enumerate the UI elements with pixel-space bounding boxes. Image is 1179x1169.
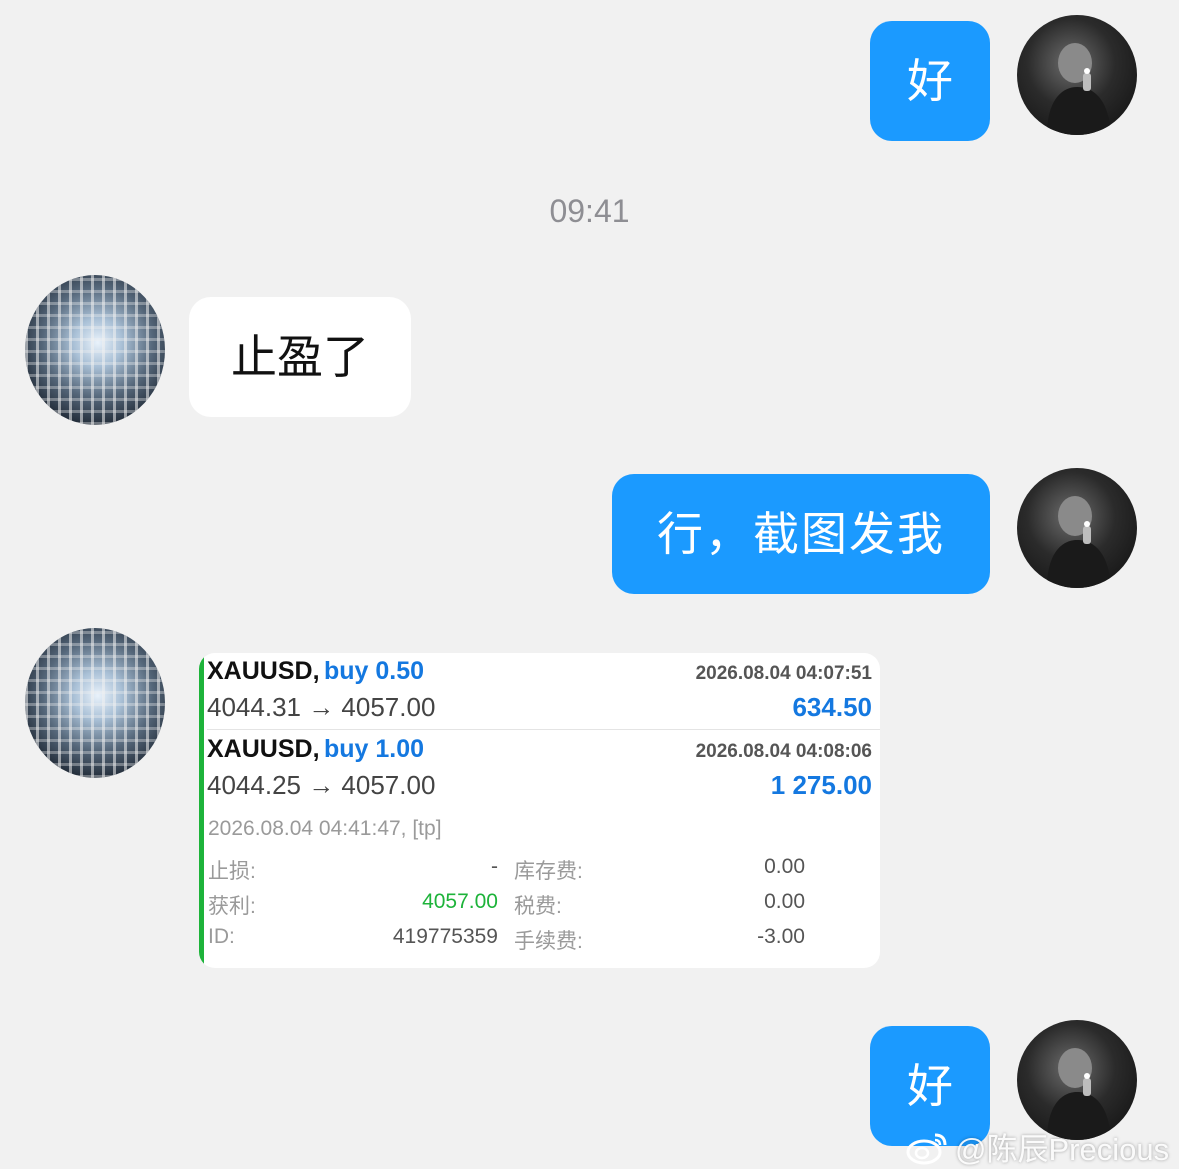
swap-value: 0.00 (764, 855, 805, 878)
contact-avatar[interactable] (25, 628, 165, 778)
deal-symbol: XAUUSD, (207, 657, 320, 685)
portrait-icon (1047, 43, 1111, 135)
tax-label: 税费: (514, 895, 562, 918)
message-text: 行，截图发我 (657, 507, 945, 561)
swap-label: 库存费: (514, 860, 583, 883)
take-profit-row: 获利: 4057.00 (208, 890, 498, 918)
deal-profit: 1 275.00 (770, 770, 872, 800)
deal-side: buy 1.00 (323, 735, 425, 763)
my-avatar[interactable] (1017, 1020, 1137, 1140)
stop-loss-value: - (491, 855, 498, 878)
incoming-message-bubble[interactable]: 止盈了 (189, 297, 411, 417)
tax-value: 0.00 (764, 890, 805, 913)
order-details: 止损: - 库存费: 0.00 获利: 4057.00 税费: 0.00 ID:… (208, 855, 873, 953)
tax-row: 税费: 0.00 (514, 890, 805, 918)
deal-datetime: 2026.08.04 04:08:06 (695, 741, 872, 762)
take-profit-value: 4057.00 (422, 890, 498, 913)
close-time: 2026.08.04 04:41:47, [tp] (208, 817, 442, 840)
deal-datetime: 2026.08.04 04:07:51 (695, 663, 872, 684)
deal-side: buy 0.50 (323, 657, 425, 685)
id-label: ID: (208, 925, 235, 948)
id-value: 419775359 (392, 925, 498, 948)
message-text: 好 (907, 1059, 953, 1113)
outgoing-message-bubble[interactable]: 好 (870, 21, 990, 141)
portrait-icon (1047, 496, 1111, 588)
deal-1: XAUUSD, buy 0.50 2026.08.04 04:07:51 404… (207, 657, 872, 723)
swap-row: 库存费: 0.00 (514, 855, 805, 883)
my-avatar[interactable] (1017, 15, 1137, 135)
divider (207, 729, 880, 730)
message-text: 止盈了 (231, 330, 369, 384)
timestamp: 09:41 (549, 193, 630, 229)
deal-prices: 4044.25 → 4057.00 (207, 770, 436, 800)
weibo-icon (906, 1133, 947, 1164)
portrait-icon (1047, 1048, 1111, 1140)
deal-prices: 4044.31 → 4057.00 (207, 692, 436, 722)
chat-screen: 好 09:41 止盈了 行，截图发我 XAUUSD, buy 0.50 2026… (0, 0, 1179, 1169)
deal-profit: 634.50 (792, 692, 872, 722)
deal-2: XAUUSD, buy 1.00 2026.08.04 04:08:06 404… (207, 735, 872, 801)
id-row: ID: 419775359 (208, 925, 498, 950)
fee-label: 手续费: (514, 930, 583, 953)
message-text: 好 (907, 54, 953, 108)
fee-row: 手续费: -3.00 (514, 925, 805, 953)
outgoing-message-bubble[interactable]: 行，截图发我 (612, 474, 990, 594)
deal-symbol: XAUUSD, (207, 735, 320, 763)
trade-screenshot-image[interactable]: XAUUSD, buy 0.50 2026.08.04 04:07:51 404… (199, 653, 880, 968)
watermark-text: @陈辰Precious (955, 1132, 1170, 1167)
watermark: @陈辰Precious (905, 1124, 1169, 1169)
take-profit-label: 获利: (208, 895, 256, 918)
stop-loss-row: 止损: - (208, 855, 498, 883)
stop-loss-label: 止损: (208, 860, 256, 883)
fee-value: -3.00 (757, 925, 805, 948)
my-avatar[interactable] (1017, 468, 1137, 588)
contact-avatar[interactable] (25, 275, 165, 425)
